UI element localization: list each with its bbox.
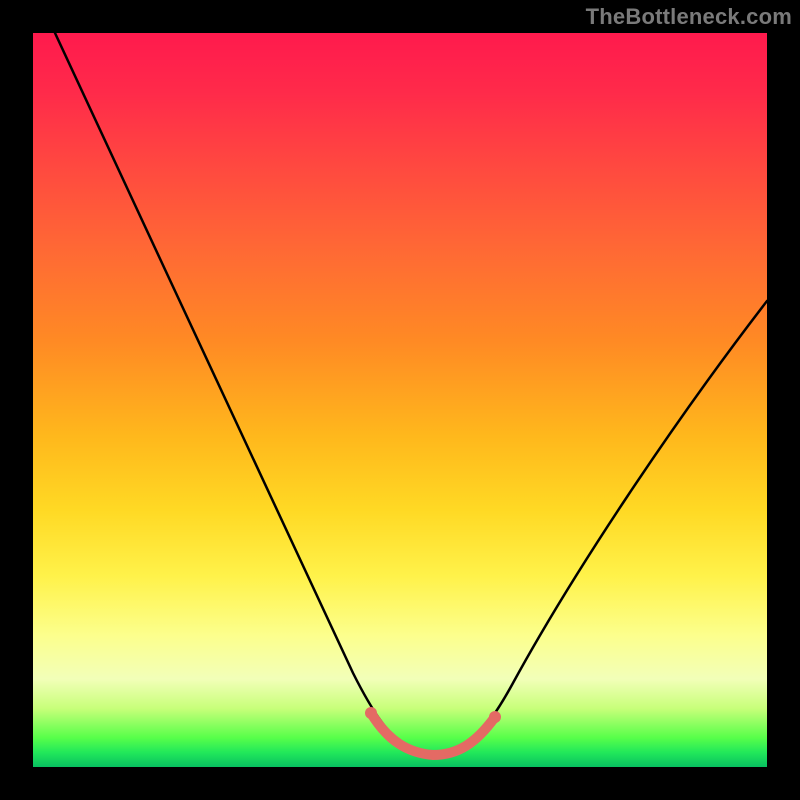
- curve-main: [55, 33, 767, 755]
- highlight-end-dot: [489, 711, 501, 723]
- chart-frame: TheBottleneck.com: [0, 0, 800, 800]
- plot-area: [33, 33, 767, 767]
- highlight-end-dot: [365, 707, 377, 719]
- chart-curves: [33, 33, 767, 767]
- curve-highlight: [371, 713, 495, 755]
- watermark-text: TheBottleneck.com: [586, 4, 792, 30]
